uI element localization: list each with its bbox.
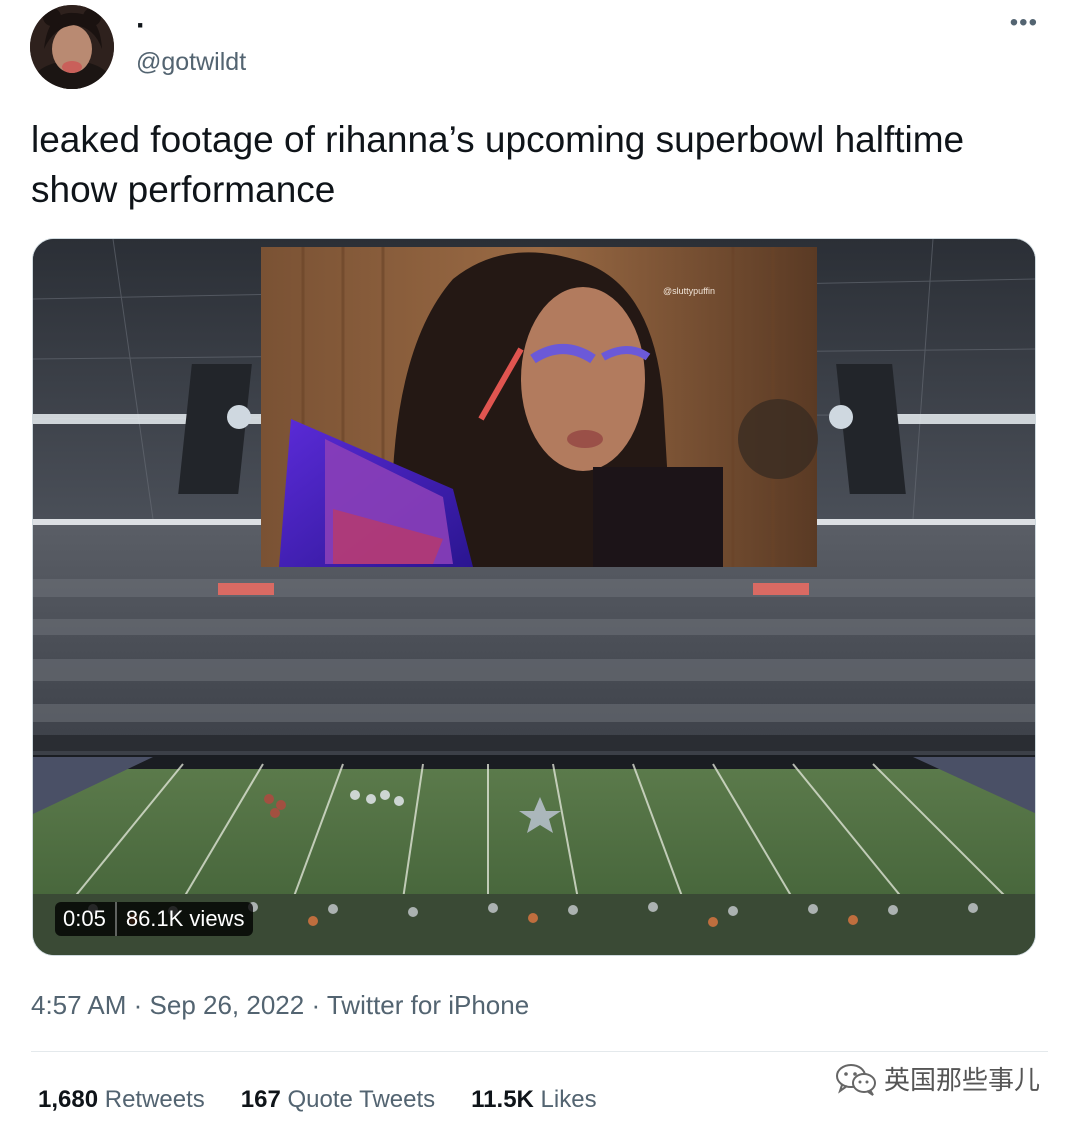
retweets-stat[interactable]: 1,680 Retweets — [38, 1086, 205, 1114]
retweets-label: Retweets — [104, 1086, 205, 1113]
display-name[interactable]: · — [136, 11, 146, 41]
divider — [31, 1051, 1048, 1052]
video-time: 0:05 — [63, 906, 106, 931]
meta-separator: · — [304, 990, 327, 1020]
tweet-meta: 4:57 AM · Sep 26, 2022 · Twitter for iPh… — [31, 990, 529, 1021]
retweets-count: 1,680 — [38, 1086, 99, 1113]
watermark-text: 英国那些事儿 — [884, 1065, 1041, 1095]
tweet-header: · @gotwildt ••• — [30, 5, 1050, 89]
watermark: 英国那些事儿 — [834, 1060, 1040, 1097]
tweet-time[interactable]: 4:57 AM — [31, 990, 126, 1020]
likes-count: 11.5K — [471, 1086, 534, 1113]
tweet-date[interactable]: Sep 26, 2022 — [150, 990, 305, 1020]
wechat-icon — [836, 1063, 876, 1096]
view-count: 86.1K views — [125, 906, 245, 931]
quotes-count: 167 — [240, 1086, 281, 1113]
stadium-video-frame: @sluttypuffin — [33, 239, 1035, 955]
tweet-text: leaked footage of rihanna’s upcoming sup… — [31, 119, 965, 210]
avatar[interactable] — [30, 5, 114, 89]
likes-label: Likes — [540, 1086, 597, 1113]
meta-separator: · — [126, 990, 150, 1020]
tweet-stats: 1,680 Retweets 167 Quote Tweets 11.5K Li… — [38, 1086, 633, 1114]
more-horizontal-icon[interactable]: ••• — [1010, 9, 1038, 37]
video-badge: 0:05 86.1K views — [55, 902, 254, 936]
video-player[interactable]: @sluttypuffin 0:05 86.1K views — [32, 238, 1036, 956]
likes-stat[interactable]: 11.5K Likes — [471, 1086, 596, 1114]
quote-tweets-stat[interactable]: 167 Quote Tweets — [241, 1086, 435, 1114]
tweet-source[interactable]: Twitter for iPhone — [327, 990, 529, 1020]
quotes-label: Quote Tweets — [287, 1086, 436, 1113]
overlay-credit: @sluttypuffin — [663, 286, 715, 296]
author-handle[interactable]: @gotwildt — [136, 48, 246, 77]
